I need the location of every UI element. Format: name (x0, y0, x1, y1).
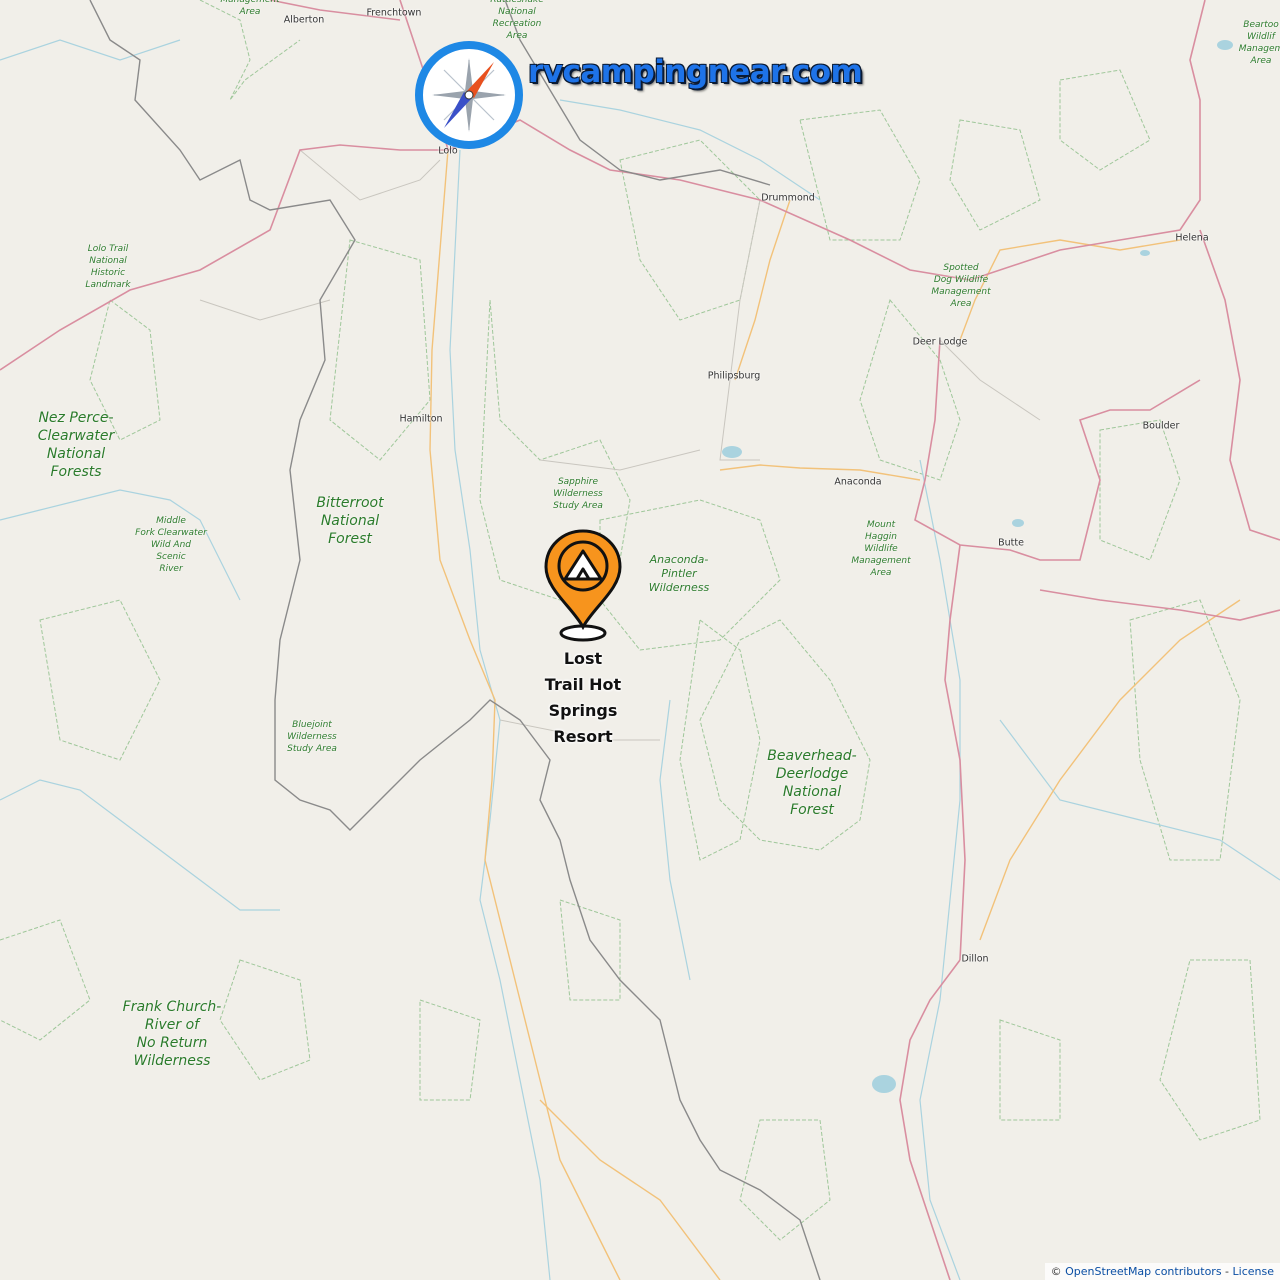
license-link[interactable]: License (1233, 1265, 1274, 1278)
town-boulder: Boulder (1142, 420, 1180, 432)
primary-roads (0, 0, 1280, 1280)
forest-beaverhead: Beaverhead- Deerlodge National Forest (767, 748, 857, 818)
area-sapphire: Sapphire Wilderness Study Area (553, 477, 603, 511)
town-lolo: Lolo (438, 145, 458, 157)
area-beartooth: Beartoo Wildlif Managem Area (1238, 20, 1280, 66)
town-deer-lodge: Deer Lodge (912, 336, 968, 348)
map-base-layer (0, 0, 1280, 1280)
area-bluejoint: Bluejoint Wilderness Study Area (287, 720, 337, 754)
town-anaconda: Anaconda (834, 476, 882, 488)
area-management-top: Management Area (220, 0, 280, 17)
forest-nez-perce: Nez Perce- Clearwater National Forests (37, 410, 115, 480)
attribution-separator: - (1221, 1265, 1233, 1278)
area-lolo-trail: Lolo Trail National Historic Landmark (85, 244, 131, 290)
area-rattlesnake: Rattlesnake National Recreation Area (490, 0, 544, 41)
area-middle-fork: Middle Fork Clearwater Wild And Scenic R… (135, 516, 207, 574)
rivers (0, 39, 1280, 1280)
tent-pin-icon[interactable] (542, 529, 626, 645)
compass-icon[interactable] (414, 40, 524, 150)
map-canvas[interactable]: rvcampingnear.com Alberton Frenchtown Lo… (0, 0, 1280, 1280)
area-spotted-dog: Spotted Dog Wildlife Management Area (931, 263, 991, 309)
area-mount-haggin: Mount Haggin Wildlife Management Area (851, 520, 911, 578)
brand-name[interactable]: rvcampingnear.com (528, 54, 863, 90)
town-hamilton: Hamilton (399, 413, 443, 425)
town-alberton: Alberton (283, 14, 325, 26)
copyright-symbol: © (1050, 1265, 1062, 1278)
town-helena: Helena (1175, 232, 1209, 244)
forest-frank-church: Frank Church- River of No Return Wildern… (122, 999, 222, 1069)
osm-contributors-link[interactable]: OpenStreetMap contributors (1065, 1265, 1221, 1278)
town-dillon: Dillon (961, 953, 989, 965)
poi-label[interactable]: Lost Trail Hot Springs Resort (528, 646, 638, 750)
town-drummond: Drummond (761, 192, 815, 204)
admin-boundaries (89, 0, 821, 1280)
town-frenchtown: Frenchtown (366, 7, 422, 19)
town-philipsburg: Philipsburg (707, 370, 761, 382)
forest-bitterroot: Bitterroot National Forest (316, 495, 384, 547)
forest-anaconda-pintler: Anaconda- Pintler Wilderness (648, 553, 710, 594)
attribution-bar: © OpenStreetMap contributors - License (1044, 1263, 1280, 1280)
town-butte: Butte (998, 537, 1024, 549)
